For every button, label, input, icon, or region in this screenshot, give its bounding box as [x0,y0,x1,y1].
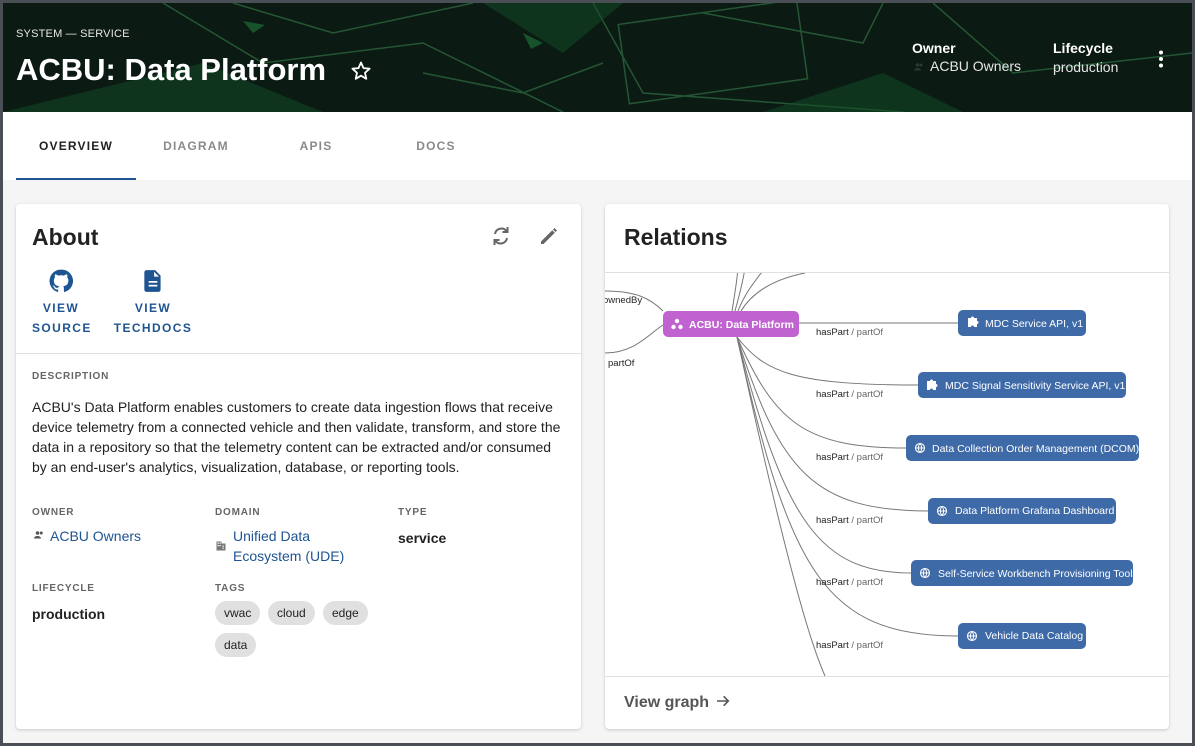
graph-node-center[interactable]: ACBU: Data Platform [663,311,799,337]
about-title: About [32,224,99,250]
entity-kind-label: SYSTEM — SERVICE [16,28,130,40]
header-lifecycle-label: Lifecycle [1053,40,1113,56]
more-vert-icon[interactable] [1149,47,1173,71]
domain-icon [216,541,226,551]
graph-node[interactable]: MDC Service API, v1 [958,310,1086,336]
graph-edge [737,273,762,312]
type-value: service [398,530,447,546]
header-owner-label: Owner [912,40,956,56]
view-techdocs-line2: TECHDOCS [113,321,193,335]
domain-label: DOMAIN [215,507,261,518]
lifecycle-label: LIFECYCLE [32,583,95,594]
puzzle-icon [927,379,938,390]
header-lifecycle-value: production [1053,59,1119,75]
github-icon [49,269,74,292]
tab-active-indicator [16,178,136,180]
group-icon [914,63,923,71]
page-title: ACBU: Data Platform [16,52,327,87]
graph-edge [605,324,664,354]
node-label: Self-Service Workbench Provisioning Tool [938,568,1133,580]
view-source-line1: VIEW [42,301,80,315]
node-label: Vehicle Data Catalog [985,630,1083,642]
edit-icon[interactable] [537,224,561,248]
node-label: Data Collection Order Management (DCOM) [932,443,1139,455]
domain-link[interactable]: Unified Data Ecosystem (UDE) [233,526,344,566]
edge-label-partof: partOf [608,358,635,369]
graph-edge [736,336,921,386]
refresh-icon[interactable] [489,224,513,248]
arrow-right-icon [716,695,729,707]
tab-bar: OVERVIEW DIAGRAM APIS DOCS [3,112,1192,180]
node-label: MDC Service API, v1 [985,318,1083,330]
relations-bottom-divider [605,676,1169,677]
star-icon[interactable] [349,59,373,83]
puzzle-icon [968,316,979,327]
document-icon [144,270,161,292]
view-graph-label: View graph [624,694,710,711]
tag-chip: edge [323,601,368,625]
about-card: About VIEW SOURCE VIEW TECHDOCS DESCRIPT… [16,204,581,729]
edge-label-haspart: hasPart / partOf [816,327,883,338]
view-graph-link[interactable]: View graph [624,693,732,712]
owner-link[interactable]: ACBU Owners [50,526,141,546]
description-text: ACBU's Data Platform enables customers t… [32,399,561,475]
edge-label-haspart: hasPart / partOf [816,640,883,651]
node-label: Data Platform Grafana Dashboard [955,505,1114,517]
graph-edge [740,273,806,312]
type-label: TYPE [398,507,428,518]
graph-node[interactable]: Data Platform Grafana Dashboard [928,498,1116,524]
edge-label-ownedby: ownedBy [605,295,642,306]
description-label: DESCRIPTION [32,371,110,382]
edge-label-haspart: hasPart / partOf [816,389,883,400]
tags-label: TAGS [215,583,246,594]
edge-label-haspart: hasPart / partOf [816,515,883,526]
domain-link-line1: Unified Data [233,528,311,544]
lifecycle-value: production [32,606,106,622]
tab-apis[interactable]: APIS [256,112,376,180]
tag-chip: data [215,633,257,657]
edge-label-haspart: hasPart / partOf [816,577,883,588]
header-owner-value[interactable]: ACBU Owners [930,58,1021,74]
relations-card: Relations ownedBy partOf hasPart / partO… [605,204,1169,729]
relations-graph[interactable]: ownedBy partOf hasPart / partOf hasPart … [605,273,1169,676]
center-node-label: ACBU: Data Platform [689,319,794,331]
about-divider [16,353,581,354]
graph-node[interactable]: Vehicle Data Catalog [958,623,1086,649]
node-label: MDC Signal Sensitivity Service API, v1 [945,380,1125,392]
relations-graph-svg: ownedBy partOf hasPart / partOf hasPart … [605,273,1139,676]
view-techdocs-link[interactable]: VIEW TECHDOCS [113,268,193,338]
view-source-link[interactable]: VIEW SOURCE [32,268,90,338]
domain-link-line2: Ecosystem (UDE) [233,548,345,564]
edge-label-haspart: hasPart / partOf [816,452,883,463]
tab-overview[interactable]: OVERVIEW [16,112,136,180]
entity-header: SYSTEM — SERVICE ACBU: Data Platform Own… [3,3,1192,112]
view-source-line2: SOURCE [32,321,92,335]
group-icon [34,531,43,539]
tag-chip: vwac [215,601,261,625]
graph-edge [731,273,739,312]
tag-chip: cloud [268,601,315,625]
relations-title: Relations [624,224,728,250]
view-techdocs-line1: VIEW [134,301,172,315]
graph-edge [736,336,826,676]
tab-diagram[interactable]: DIAGRAM [136,112,256,180]
graph-node[interactable]: Data Collection Order Management (DCOM) [906,435,1139,461]
graph-node[interactable]: Self-Service Workbench Provisioning Tool [911,560,1133,586]
owner-label: OWNER [32,507,75,518]
tab-docs[interactable]: DOCS [376,112,496,180]
graph-node[interactable]: MDC Signal Sensitivity Service API, v1 [918,372,1126,398]
